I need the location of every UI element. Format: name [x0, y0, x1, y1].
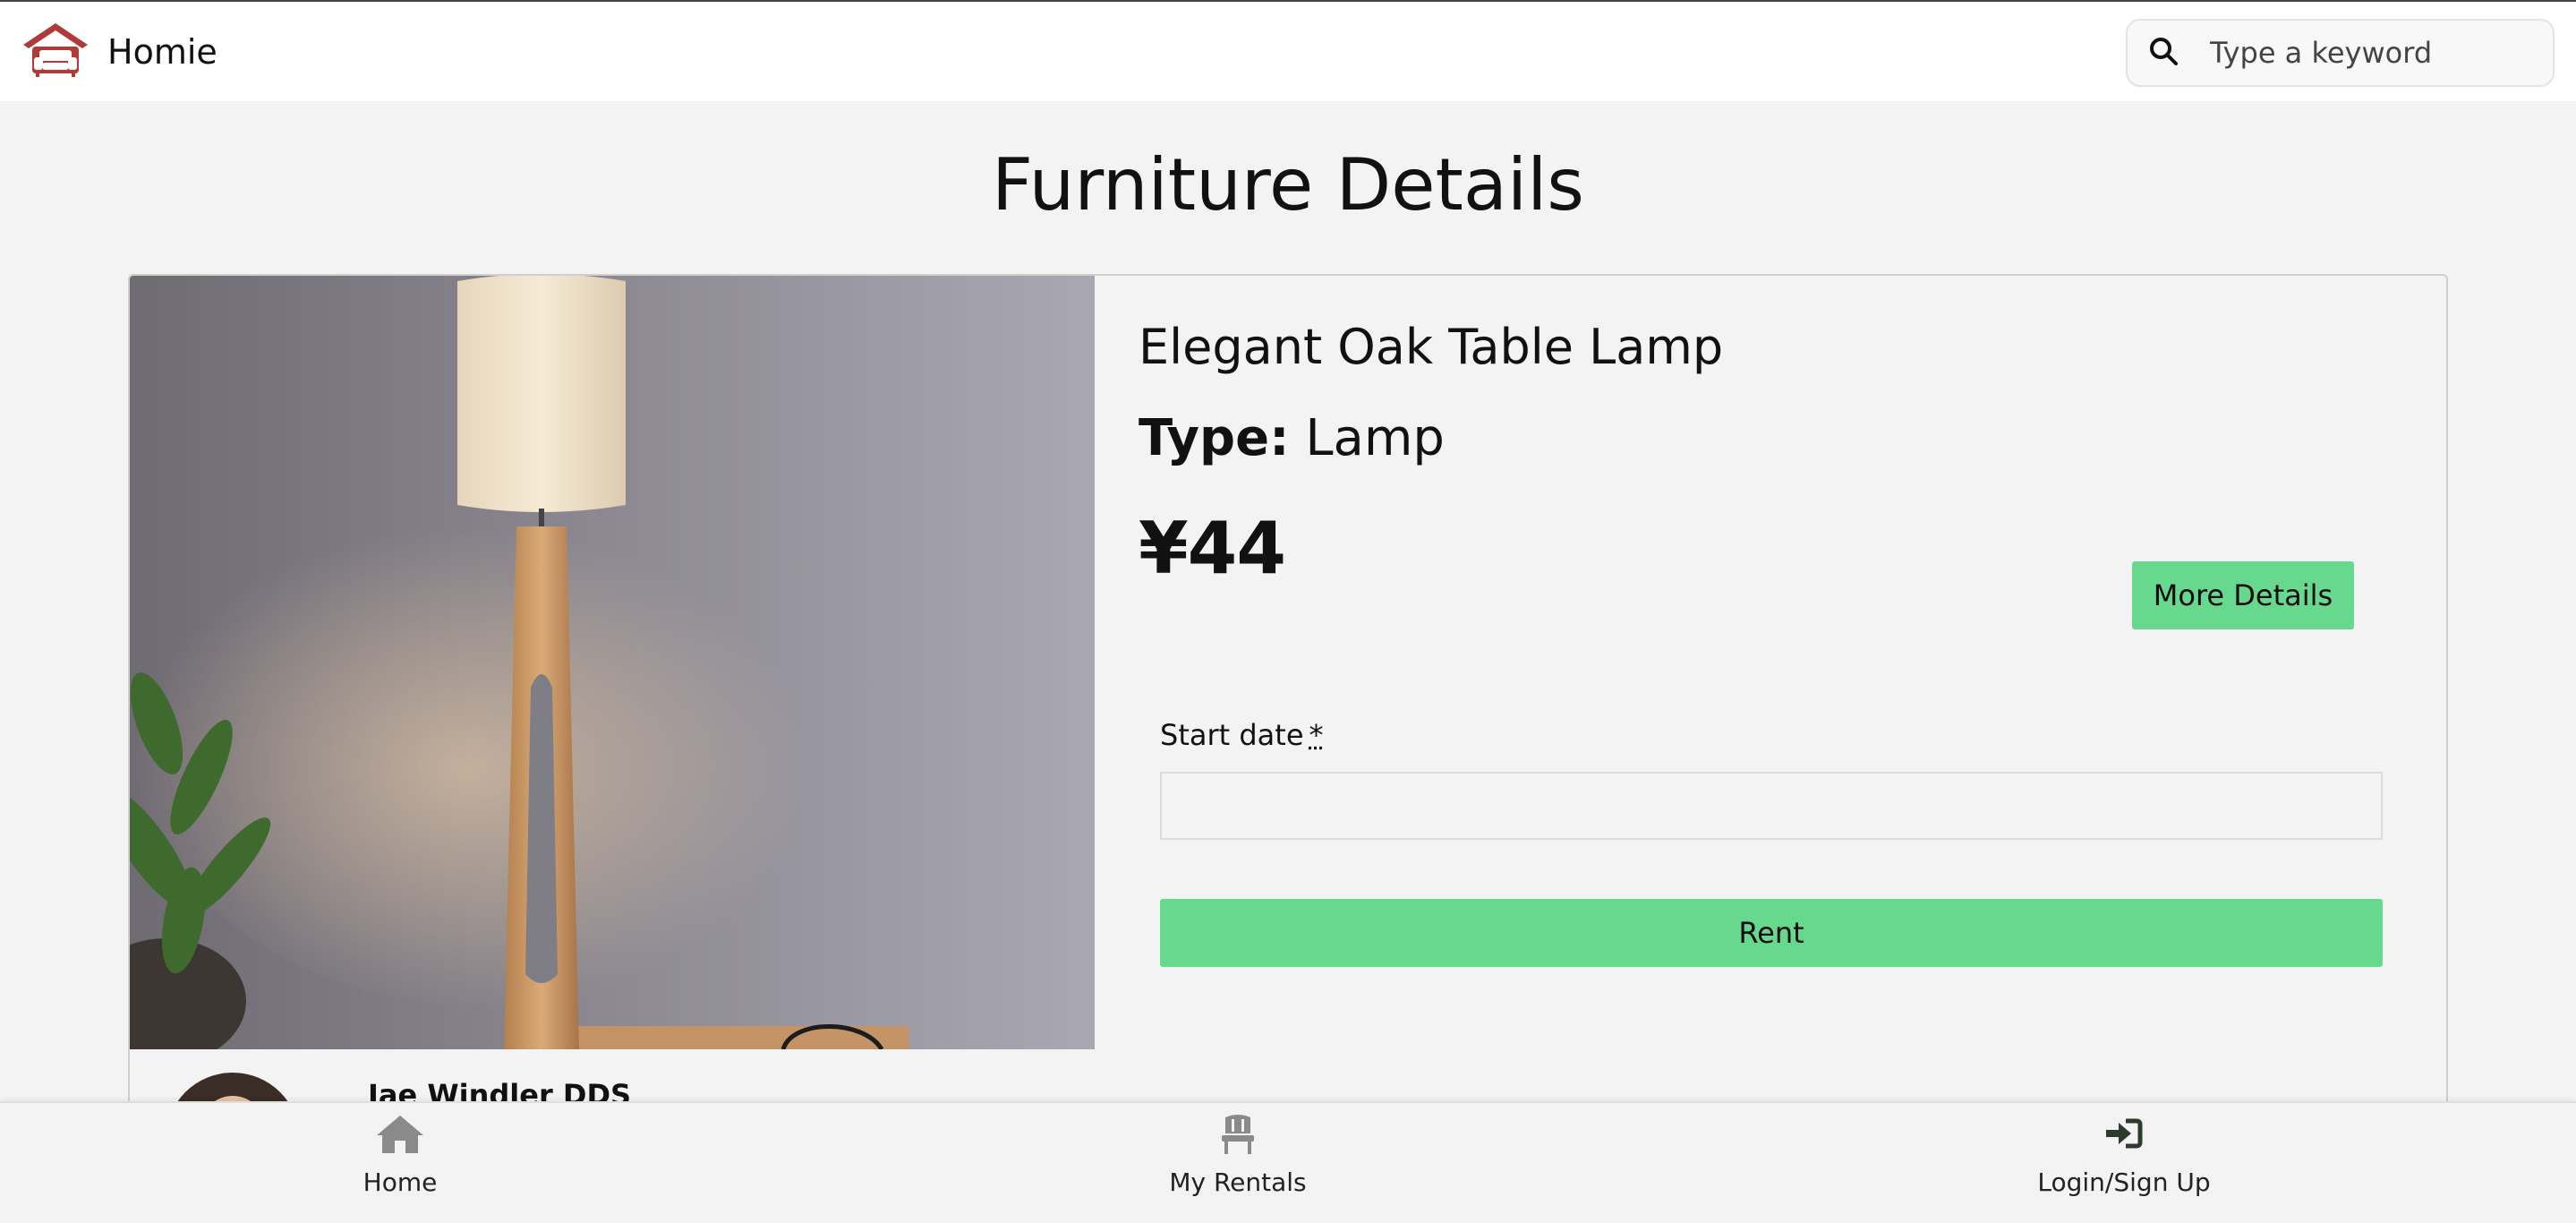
home-icon	[266, 1112, 534, 1155]
furniture-type: Type: Lamp	[1139, 409, 2410, 467]
price: ¥44	[1139, 507, 1286, 590]
start-date-label: Start date *	[1160, 718, 1324, 752]
start-date-input[interactable]	[1160, 772, 2383, 840]
type-label: Type:	[1139, 409, 1290, 467]
furniture-details: Elegant Oak Table Lamp Type: Lamp ¥44 Mo…	[1139, 319, 2410, 967]
nav-login[interactable]: Login/Sign Up	[1990, 1103, 2258, 1223]
furniture-photo	[130, 276, 1095, 1049]
bottom-navigation: Home My Rentals Login/Sign Up	[0, 1101, 2576, 1223]
search-box[interactable]	[2126, 19, 2555, 87]
page-title: Furniture Details	[992, 143, 1584, 227]
type-value: Lamp	[1305, 409, 1445, 467]
search-input[interactable]	[2210, 36, 2550, 70]
brand[interactable]: Homie	[21, 21, 218, 82]
more-details-button[interactable]: More Details	[2132, 561, 2354, 629]
start-date-label-text: Start date	[1160, 718, 1304, 752]
chair-icon	[1104, 1112, 1372, 1155]
required-mark: *	[1309, 718, 1324, 752]
nav-home[interactable]: Home	[266, 1103, 534, 1223]
rent-button[interactable]: Rent	[1160, 899, 2383, 967]
top-navbar: Homie	[0, 0, 2576, 101]
nav-my-rentals-label: My Rentals	[1169, 1167, 1307, 1197]
login-icon	[1990, 1112, 2258, 1155]
nav-my-rentals[interactable]: My Rentals	[1104, 1103, 1372, 1223]
search-icon[interactable]	[2128, 33, 2181, 73]
nav-login-label: Login/Sign Up	[2037, 1167, 2211, 1197]
sofa-house-icon	[21, 21, 90, 82]
brand-name: Homie	[107, 31, 218, 72]
furniture-card: Elegant Oak Table Lamp Type: Lamp ¥44 Mo…	[128, 274, 2448, 1169]
furniture-name: Elegant Oak Table Lamp	[1139, 319, 1724, 375]
nav-home-label: Home	[363, 1167, 438, 1197]
